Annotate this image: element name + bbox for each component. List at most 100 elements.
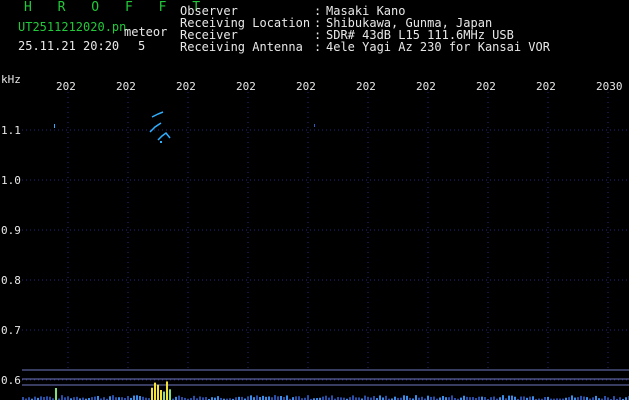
antenna-value: 4ele Yagi Az 230 for Kansai VOR	[326, 40, 550, 54]
x-tick-label: 202	[536, 80, 556, 93]
spectrum-bar	[571, 395, 573, 400]
y-tick-label: 1.0	[1, 174, 21, 187]
spectrum-bar	[178, 395, 180, 400]
spectrum-bar	[511, 395, 513, 400]
antenna-colon: :	[314, 40, 322, 54]
y-unit-label: kHz	[1, 73, 21, 86]
y-tick-labels: 1.1 1.0 0.9 0.8 0.7 0.6	[1, 124, 21, 387]
spectrum-bar	[199, 396, 201, 400]
spectrum-bar	[217, 396, 219, 400]
spectrum-bar	[160, 389, 162, 400]
meteor-echo	[54, 111, 315, 143]
spectrum-bar	[322, 396, 324, 400]
spectrum-bar	[55, 388, 57, 400]
spectrum-bar	[604, 395, 606, 400]
detection-tag: meteor	[124, 25, 168, 39]
spectrum-bar	[151, 387, 153, 400]
x-tick-label: 202	[116, 80, 136, 93]
spectrum-bar	[529, 396, 531, 400]
meteor-dot	[160, 141, 162, 143]
meteor-trace-bottom	[157, 131, 171, 141]
meteor-dot	[54, 124, 55, 128]
spectrum-bar	[520, 396, 522, 400]
antenna-label: Receiving Antenna	[180, 40, 303, 54]
x-tick-label: 202	[296, 80, 316, 93]
x-tick-label: 202	[56, 80, 76, 93]
x-tick-label: 2030	[596, 80, 623, 93]
meteor-trace-top	[151, 111, 164, 118]
spectrum-bar	[157, 384, 159, 400]
spectrum-bar	[139, 396, 141, 400]
spectrum-strip	[22, 381, 629, 400]
spectrum-bar	[433, 396, 435, 400]
spectrum-bar	[379, 395, 381, 400]
meteor-dot	[314, 124, 315, 127]
y-tick-label: 0.8	[1, 274, 21, 287]
spectrum-bar	[493, 396, 495, 400]
spectrum-bar	[46, 396, 48, 400]
spectrum-bar	[532, 396, 534, 400]
x-tick-labels: 202 202 202 202 202 202 202 202 202 2030	[56, 80, 623, 93]
x-tick-label: 202	[356, 80, 376, 93]
spectrum-bar	[325, 395, 327, 400]
spectrum-bar	[61, 395, 63, 400]
date-time: 25.11.21 20:20	[18, 39, 120, 53]
file-name: UT2511212020.pn	[18, 20, 127, 34]
spectrum-bar	[394, 396, 396, 400]
spectrum-bar	[133, 395, 135, 400]
spectrum-bar	[307, 395, 309, 400]
spectrum-bar	[136, 395, 138, 400]
spectrum-bar	[94, 396, 96, 400]
spectrum-bar	[109, 396, 111, 400]
spectrum-bar	[193, 395, 195, 400]
x-tick-label: 202	[416, 80, 436, 93]
spectrum-bar	[286, 395, 288, 400]
spectrum-bar	[163, 391, 165, 400]
spectrum-bar	[373, 396, 375, 400]
spectrum-bar	[268, 396, 270, 400]
spectrum-bar	[280, 395, 282, 400]
spectrum-bar	[274, 395, 276, 400]
detection-count: 5	[138, 39, 146, 53]
spectrum-bar	[295, 396, 297, 400]
spectrum-bar	[250, 395, 252, 400]
spectrum-bar	[331, 395, 333, 400]
spectrum-bar	[523, 396, 525, 400]
spectrum-bar	[298, 396, 300, 400]
spectrum-bar	[364, 395, 366, 400]
spectrogram: kHz 202 202 202 202 202 202 202 202 202 2030 1.11…	[1, 73, 629, 400]
spectrum-bar	[256, 395, 258, 400]
spectrum-bar	[169, 389, 171, 400]
spectrum-bar	[34, 396, 36, 400]
x-tick-label: 202	[176, 80, 196, 93]
y-tick-label: 0.7	[1, 324, 21, 337]
spectrum-bar	[595, 395, 597, 400]
spectrum-bar	[481, 396, 483, 400]
spectrum-bar	[166, 381, 168, 400]
meteor-trace-middle	[149, 122, 162, 133]
spectrum-bar	[127, 396, 129, 400]
spectrum-bar	[613, 396, 615, 400]
spectrum-bar	[277, 396, 279, 400]
spectrum-bar	[262, 395, 264, 400]
spectrum-bar	[247, 396, 249, 400]
spectrum-bar	[427, 395, 429, 400]
spectrum-bar	[385, 395, 387, 400]
y-tick-label: 1.1	[1, 124, 21, 137]
x-tick-label: 202	[476, 80, 496, 93]
spectrum-bar	[154, 382, 156, 400]
spectrum-bar	[406, 395, 408, 400]
spectrum-bar	[463, 395, 465, 400]
spectrum-bar	[442, 395, 444, 400]
spectrum-bar	[403, 395, 405, 400]
spectrum-bar	[580, 395, 582, 400]
spectrum-bar	[112, 395, 114, 400]
spectrum-bar	[352, 395, 354, 400]
spectrum-bar	[583, 396, 585, 400]
spectrum-bar	[508, 395, 510, 400]
spectrum-bar	[67, 396, 69, 400]
spectrum-bar	[451, 395, 453, 400]
spectrum-bar	[97, 395, 99, 400]
spectrum-bar	[40, 396, 42, 400]
spectrum-bar	[415, 395, 417, 400]
